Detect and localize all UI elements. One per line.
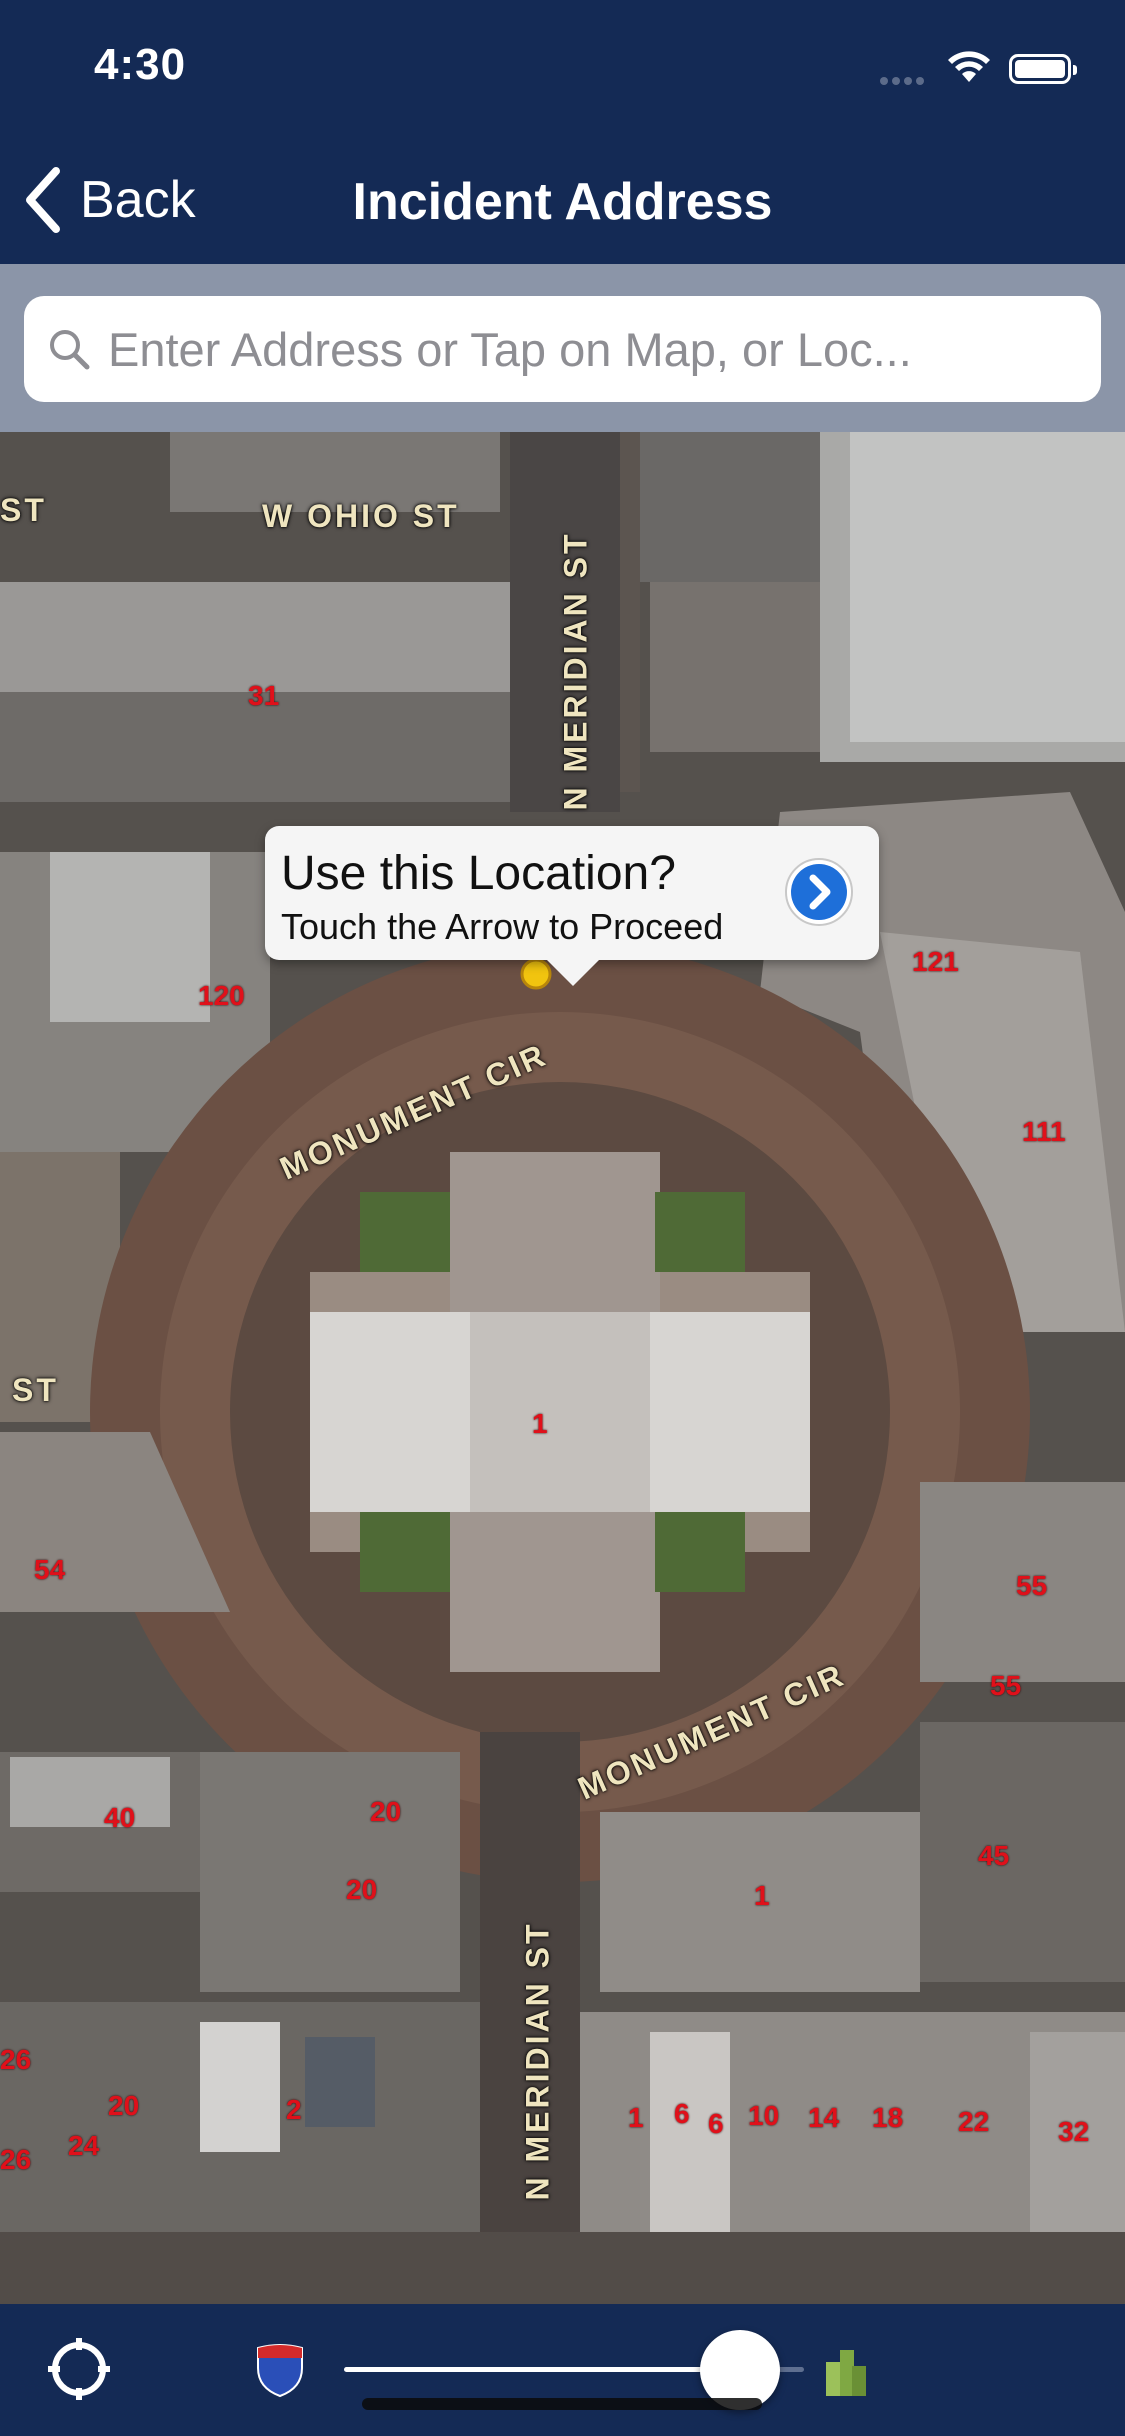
- crosshair-icon[interactable]: [44, 2334, 114, 2404]
- home-indicator: [362, 2398, 762, 2410]
- address-number: 20: [108, 2090, 140, 2121]
- buildings-icon: [826, 2350, 866, 2396]
- satellite-map[interactable]: ST W OHIO ST N MERIDIAN ST MONUMENT CIR …: [0, 432, 1125, 2304]
- interstate-shield-icon: [257, 2344, 303, 2398]
- use-location-callout[interactable]: Use this Location? Touch the Arrow to Pr…: [265, 826, 879, 986]
- address-number: 18: [872, 2102, 904, 2133]
- callout-subtitle: Touch the Arrow to Proceed: [281, 906, 724, 947]
- address-number: 26: [0, 2044, 32, 2075]
- address-number: 20: [346, 1874, 378, 1905]
- street-label: ST: [0, 492, 47, 528]
- street-label: ST: [12, 1372, 59, 1408]
- address-number: 6: [708, 2108, 724, 2139]
- address-search-input[interactable]: [108, 321, 1068, 377]
- address-number: 32: [1058, 2116, 1090, 2147]
- address-number: 1: [754, 1880, 770, 1911]
- page-title: Incident Address: [352, 173, 773, 231]
- address-number: 111: [1022, 1116, 1066, 1147]
- address-number: 121: [912, 946, 959, 977]
- address-number: 40: [104, 1802, 136, 1833]
- address-number: 26: [0, 2144, 32, 2175]
- street-label: W OHIO ST: [262, 498, 460, 534]
- address-number: 31: [248, 680, 280, 711]
- status-bar: 4:30: [0, 0, 1125, 132]
- address-number: 54: [34, 1554, 66, 1585]
- address-number: 1: [628, 2102, 644, 2133]
- search-icon: [50, 330, 90, 370]
- address-number: 10: [748, 2100, 780, 2131]
- address-number: 2: [286, 2094, 302, 2125]
- search-box[interactable]: [24, 296, 1101, 402]
- proceed-arrow-icon[interactable]: [783, 856, 855, 928]
- address-number: 24: [68, 2130, 100, 2161]
- address-number: 1: [532, 1408, 548, 1439]
- battery-icon: [1009, 54, 1077, 84]
- address-number: 22: [958, 2106, 990, 2137]
- address-number: 14: [808, 2102, 840, 2133]
- bottom-toolbar: [0, 2304, 1125, 2436]
- address-number: 6: [674, 2098, 690, 2129]
- navigation-bar: Back Incident Address: [0, 132, 1125, 264]
- street-label: N MERIDIAN ST: [519, 1921, 556, 2201]
- search-bar-container: [0, 264, 1125, 432]
- map-type-slider-track[interactable]: [344, 2367, 744, 2372]
- address-number: 55: [1016, 1570, 1048, 1601]
- street-label: N MERIDIAN ST: [557, 531, 594, 811]
- address-number: 45: [978, 1840, 1010, 1871]
- callout-title: Use this Location?: [281, 847, 676, 900]
- wifi-icon: [948, 51, 990, 82]
- cellular-signal-icon: [880, 72, 936, 85]
- address-number: 55: [990, 1670, 1022, 1701]
- status-time: 4:30: [94, 40, 187, 89]
- address-number: 20: [370, 1796, 402, 1827]
- address-number: 120: [198, 980, 245, 1011]
